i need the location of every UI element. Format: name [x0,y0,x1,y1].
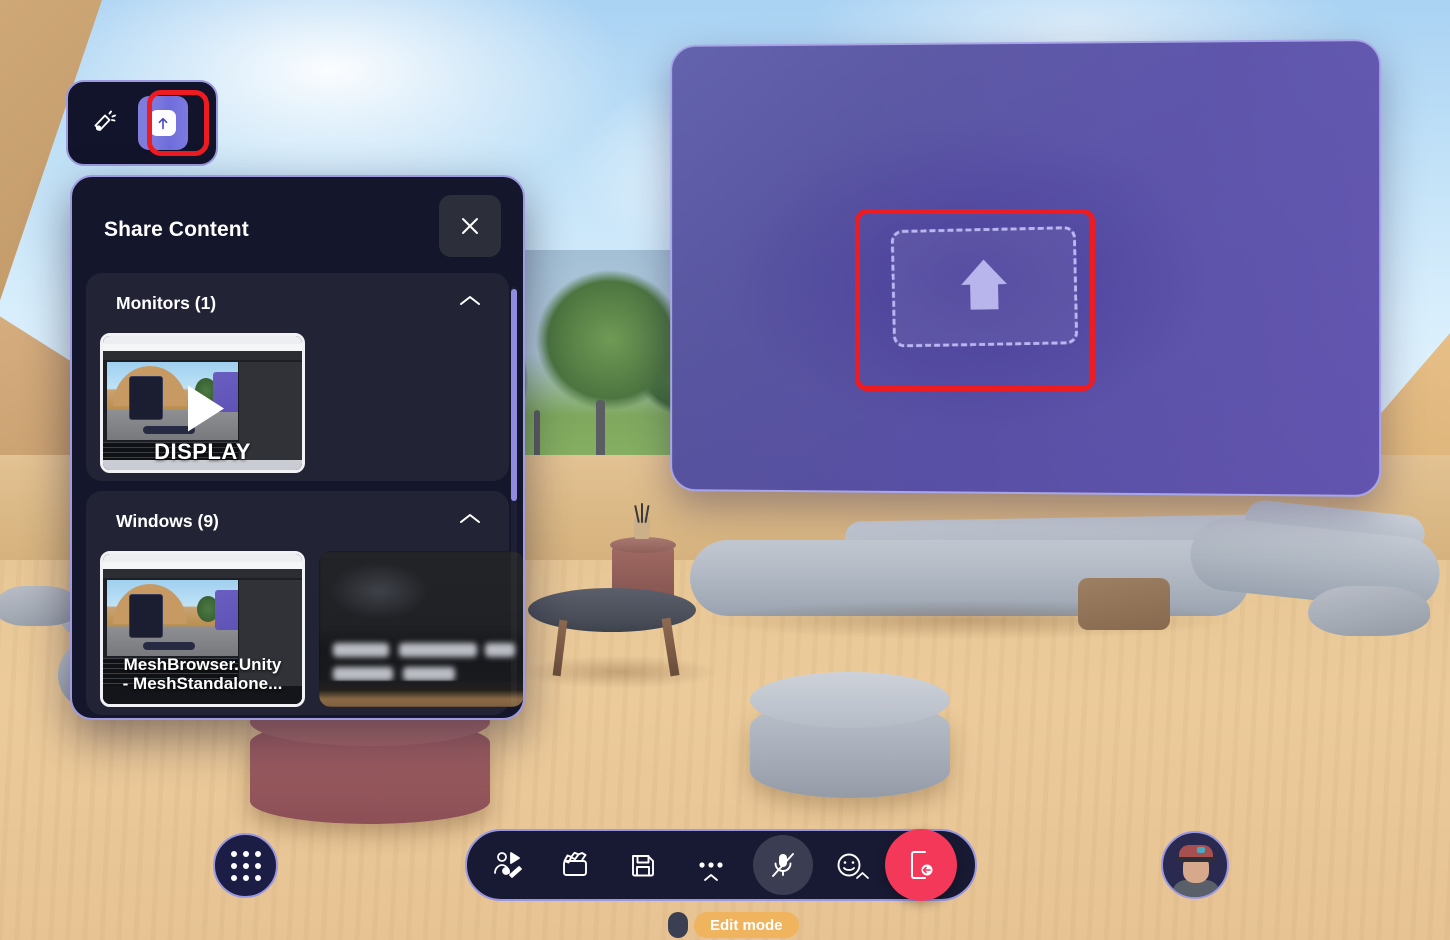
leave-button[interactable] [885,829,957,901]
play-icon[interactable] [172,380,234,443]
window-thumbnail-secondary[interactable] [319,551,523,707]
share-dropzone[interactable] [891,226,1079,348]
mesh-immersive-space: Share Content Monitors (1) DISPLAY Windo… [0,0,1450,940]
avatar[interactable] [1161,831,1229,899]
section-windows-header[interactable]: Windows (9) [86,491,509,551]
people-avatar-icon [491,850,523,880]
clapperboard-icon [560,851,590,879]
section-monitors-header[interactable]: Monitors (1) [86,273,509,333]
microphone-muted-icon [769,850,797,880]
monitors-thumb-row: DISPLAY [86,333,509,473]
share-screen-button[interactable] [138,96,188,150]
close-icon [458,214,482,238]
panel-scrollbar-thumb[interactable] [511,289,517,501]
floppy-disk-icon [629,851,657,879]
chevron-up-icon[interactable] [855,867,870,885]
share-screen-upload-icon [150,110,176,136]
clapperboard-button[interactable] [541,835,609,895]
panel-body[interactable]: Monitors (1) DISPLAY Windows (9) MeshBro… [72,273,523,718]
app-grid-icon [231,851,261,881]
panel-header: Share Content [72,177,523,283]
window-thumbnail-label: MeshBrowser.Unity - MeshStandalone... [103,655,302,694]
edit-mode-badge[interactable]: Edit mode [694,912,799,938]
pencil [641,503,643,523]
edit-mode-handle[interactable] [668,912,688,938]
section-monitors-title: Monitors (1) [116,293,216,314]
windows-thumb-row: MeshBrowser.Unity - MeshStandalone... [86,551,509,707]
chevron-up-icon[interactable] [457,293,483,314]
people-share-button[interactable] [473,835,541,895]
close-panel-button[interactable] [439,195,501,257]
rock [1308,586,1430,636]
share-content-panel: Share Content Monitors (1) DISPLAY Windo… [70,175,525,720]
more-options-button[interactable] [677,835,745,895]
upload-arrow-icon [955,253,1014,321]
chevron-up-icon[interactable] [703,869,719,887]
shadow [520,655,720,689]
ellipsis-icon [698,861,724,869]
edit-mode-indicator: Edit mode [668,912,799,938]
section-windows: Windows (9) MeshBrowser.Unity - MeshStan… [86,491,509,715]
section-monitors: Monitors (1) DISPLAY [86,273,509,481]
mic-button[interactable] [753,835,813,895]
side-table-top [610,537,676,553]
chevron-up-icon[interactable] [457,511,483,532]
section-windows-title: Windows (9) [116,511,219,532]
wood-block [1078,578,1170,630]
avatar-cap-brim [1176,857,1216,862]
avatar-cap-badge [1197,847,1205,853]
window-thumbnail-meshbrowser[interactable]: MeshBrowser.Unity - MeshStandalone... [100,551,305,707]
rock [0,586,80,626]
shared-display-screen[interactable] [670,39,1381,497]
share-toolbar [66,80,218,166]
monitor-thumbnail-display[interactable]: DISPLAY [100,333,305,473]
leave-door-icon [905,848,937,882]
megaphone-icon[interactable] [82,99,126,147]
apps-grid-button[interactable] [213,833,278,898]
save-button[interactable] [609,835,677,895]
panel-title: Share Content [104,218,249,242]
reactions-button[interactable] [819,835,879,895]
round-pouf-top [750,672,950,728]
main-toolbar [465,829,977,901]
